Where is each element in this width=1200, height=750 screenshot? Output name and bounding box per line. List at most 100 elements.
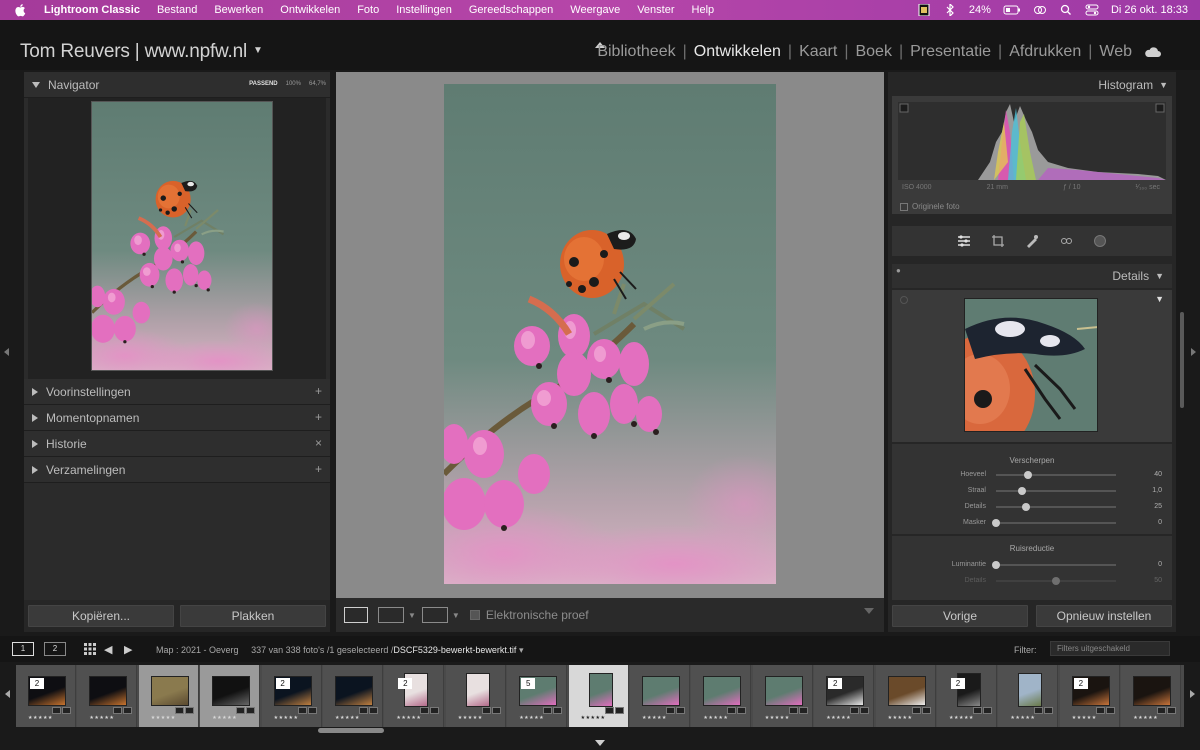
stack-count-badge[interactable]: 2 — [951, 678, 965, 689]
module-afdrukken[interactable]: Afdrukken — [1009, 43, 1081, 61]
menu-venster[interactable]: Venster — [637, 4, 674, 16]
filmstrip-thumbnail[interactable]: 5 ★★★★★ — [507, 665, 568, 727]
filmstrip-source-path[interactable]: Map : 2021 - Oeverg 337 van 338 foto's /… — [156, 645, 523, 656]
slider-value[interactable]: 25 — [1154, 503, 1162, 510]
stack-count-badge[interactable]: 2 — [1073, 678, 1088, 689]
navigator-photo[interactable] — [91, 101, 273, 371]
slider-knob[interactable] — [992, 561, 1000, 569]
grid-view-icon[interactable] — [84, 643, 96, 655]
edit-badge-icon[interactable] — [359, 707, 368, 714]
menu-foto[interactable]: Foto — [357, 4, 379, 16]
add-preset-icon[interactable]: + — [315, 384, 322, 398]
previous-arrow-icon[interactable]: ◀ — [104, 643, 112, 656]
healing-brush-icon[interactable] — [1025, 234, 1039, 248]
filmstrip-thumbnail[interactable]: ★★★★★ — [1121, 665, 1182, 727]
identity-plate[interactable]: Tom Reuvers | www.npfw.nl ▼ — [20, 41, 263, 63]
star-rating[interactable]: ★★★★★ — [274, 715, 299, 721]
edit-badge-icon[interactable] — [236, 707, 246, 714]
edit-badge-icon[interactable] — [1105, 707, 1115, 714]
menu-app-name[interactable]: Lightroom Classic — [44, 4, 140, 16]
battery-icon[interactable] — [1003, 4, 1021, 16]
filmstrip-thumbnail[interactable]: ★★★★★ — [77, 665, 138, 727]
slider-knob[interactable] — [1024, 471, 1033, 479]
edit-badge-icon[interactable] — [1095, 707, 1105, 714]
filmstrip-thumbnail[interactable]: ★★★★★ — [138, 665, 199, 727]
slider-luminance-detail[interactable]: Details 50 — [892, 574, 1172, 588]
loupe-view-icon[interactable] — [344, 607, 368, 623]
app-status-icon[interactable] — [917, 4, 931, 16]
menu-bestand[interactable]: Bestand — [157, 4, 197, 16]
slider-track[interactable] — [996, 522, 1116, 524]
star-rating[interactable]: ★★★★★ — [212, 715, 237, 721]
edit-badge-icon[interactable] — [297, 707, 307, 714]
right-panel-toggle-icon[interactable] — [1191, 348, 1196, 356]
module-ontwikkelen[interactable]: Ontwikkelen — [694, 43, 781, 61]
second-window-button[interactable]: 2 — [44, 642, 66, 656]
menubar-clock[interactable]: Di 26 okt. 18:33 — [1111, 4, 1188, 16]
collapse-filmstrip-icon[interactable] — [595, 740, 605, 746]
star-rating[interactable]: ★★★★★ — [703, 715, 728, 721]
filmstrip-thumbnail[interactable]: ★★★★★ — [875, 665, 936, 727]
star-rating[interactable]: ★★★★★ — [1133, 715, 1158, 721]
thumbnail-image[interactable] — [1133, 676, 1172, 706]
edit-badge-icon[interactable] — [543, 707, 553, 714]
search-icon[interactable] — [1059, 4, 1073, 16]
stack-count-badge[interactable]: 2 — [398, 678, 413, 689]
filmstrip-left-arrow-icon[interactable] — [5, 690, 10, 698]
edit-badge-icon[interactable] — [52, 707, 61, 714]
star-rating[interactable]: ★★★★★ — [949, 715, 974, 721]
control-center-icon[interactable] — [1085, 4, 1099, 16]
thumbnail-image[interactable] — [465, 673, 490, 707]
cloud-sync-icon[interactable] — [1144, 46, 1162, 58]
masking-icon[interactable] — [1093, 234, 1107, 248]
edit-badge-icon[interactable] — [604, 707, 614, 714]
thumbnail-image[interactable] — [588, 673, 613, 707]
edit-badge-icon[interactable] — [666, 707, 675, 714]
filmstrip-scrollbar[interactable] — [318, 728, 384, 733]
edit-badge-icon[interactable] — [174, 707, 184, 714]
left-panel-toggle-icon[interactable] — [4, 348, 9, 356]
loupe-view[interactable] — [336, 72, 884, 598]
zoom-custom[interactable]: 64,7% — [309, 81, 326, 87]
main-photo[interactable] — [444, 84, 776, 584]
edit-badge-icon[interactable] — [430, 707, 440, 714]
edit-badge-icon[interactable] — [1034, 707, 1044, 714]
slider-track[interactable] — [996, 564, 1116, 566]
star-rating[interactable]: ★★★★★ — [642, 715, 667, 721]
slider-knob[interactable] — [1052, 577, 1060, 585]
histogram-header[interactable]: Histogram ▼ — [1098, 78, 1168, 92]
edit-badge-icon[interactable] — [307, 707, 317, 714]
slider-value[interactable]: 0 — [1158, 519, 1162, 526]
filmstrip-thumbnail[interactable]: ★★★★★ — [445, 665, 506, 727]
edit-badge-icon[interactable] — [123, 707, 133, 714]
thumbnail-image[interactable] — [1018, 673, 1043, 707]
original-photo-toggle[interactable]: Originele foto — [900, 202, 960, 211]
slider-detail[interactable]: Details 25 — [892, 500, 1172, 514]
menu-instellingen[interactable]: Instellingen — [396, 4, 452, 16]
section-momentopnamen[interactable]: Momentopnamen + — [24, 405, 330, 431]
filmstrip-thumbnail[interactable]: 2 ★★★★★ — [814, 665, 875, 727]
edit-badge-icon[interactable] — [113, 707, 123, 714]
edit-badge-icon[interactable] — [983, 707, 992, 714]
star-rating[interactable]: ★★★★★ — [581, 715, 606, 721]
filter-select[interactable]: Filters uitgeschakeld — [1050, 641, 1170, 656]
edit-badge-icon[interactable] — [369, 707, 378, 714]
edit-badge-icon[interactable] — [1167, 707, 1177, 714]
filmstrip-thumbnail[interactable]: ★★★★★ — [691, 665, 752, 727]
edit-badge-icon[interactable] — [921, 707, 931, 714]
slider-masking[interactable]: Masker 0 — [892, 516, 1172, 530]
thumbnail-image[interactable] — [703, 676, 742, 706]
edit-badge-icon[interactable] — [184, 707, 194, 714]
slider-amount[interactable]: Hoeveel 40 — [892, 468, 1172, 482]
filmstrip-thumbnail[interactable]: 2 ★★★★★ — [16, 665, 76, 727]
slider-track[interactable] — [996, 506, 1116, 508]
slider-knob[interactable] — [1018, 487, 1027, 495]
menu-bewerken[interactable]: Bewerken — [214, 4, 263, 16]
bluetooth-icon[interactable] — [943, 4, 957, 16]
edit-sliders-icon[interactable] — [957, 234, 971, 248]
original-photo-checkbox[interactable] — [900, 202, 908, 211]
slider-value[interactable]: 40 — [1154, 471, 1162, 478]
edit-badge-icon[interactable] — [614, 707, 624, 714]
main-window-button[interactable]: 1 — [12, 642, 34, 656]
menu-weergave[interactable]: Weergave — [570, 4, 620, 16]
